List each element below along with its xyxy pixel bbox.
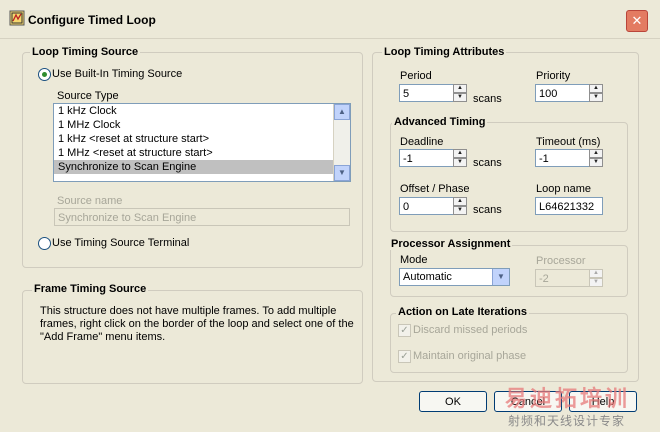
watermark-logo-text: 易迪拓培训 xyxy=(505,387,631,412)
period-spinner[interactable]: ▲ ▼ xyxy=(453,84,467,102)
processor-field[interactable]: -2 xyxy=(535,269,590,287)
use-builtin-label[interactable]: Use Built-In Timing Source xyxy=(52,68,182,80)
frame-timing-source-title: Frame Timing Source xyxy=(32,283,149,295)
source-type-label: Source Type xyxy=(57,90,119,102)
late-iterations-title: Action on Late Iterations xyxy=(396,306,529,318)
source-name-label: Source name xyxy=(57,195,123,207)
period-field[interactable]: 5 xyxy=(399,84,454,102)
spin-up-icon[interactable]: ▲ xyxy=(589,269,603,278)
mode-label: Mode xyxy=(400,254,428,266)
deadline-field[interactable]: -1 xyxy=(399,149,454,167)
spin-up-icon[interactable]: ▲ xyxy=(453,149,467,158)
use-builtin-radio[interactable] xyxy=(38,68,51,81)
maintain-phase-label: Maintain original phase xyxy=(413,350,527,362)
processor-spinner[interactable]: ▲ ▼ xyxy=(589,269,603,287)
labview-app-icon xyxy=(9,10,25,26)
frame-timing-text-line1: This structure does not have multiple fr… xyxy=(40,305,337,317)
source-name-field[interactable]: Synchronize to Scan Engine xyxy=(54,208,350,226)
use-terminal-radio[interactable] xyxy=(38,237,51,250)
offset-unit: scans xyxy=(473,204,502,216)
period-unit: scans xyxy=(473,93,502,105)
offset-spinner[interactable]: ▲ ▼ xyxy=(453,197,467,215)
spin-down-icon[interactable]: ▼ xyxy=(589,93,603,102)
maintain-phase-checkbox[interactable]: ✓ xyxy=(398,350,411,363)
list-item[interactable]: 1 MHz <reset at structure start> xyxy=(54,146,350,160)
late-iterations-group xyxy=(390,313,628,373)
mode-value: Automatic xyxy=(403,271,452,283)
scroll-up-icon[interactable]: ▲ xyxy=(334,104,350,120)
spin-up-icon[interactable]: ▲ xyxy=(453,84,467,93)
spin-down-icon[interactable]: ▼ xyxy=(453,158,467,167)
processor-assignment-title: Processor Assignment xyxy=(389,238,513,250)
loop-name-label: Loop name xyxy=(536,183,592,195)
spin-up-icon[interactable]: ▲ xyxy=(453,197,467,206)
advanced-timing-title: Advanced Timing xyxy=(392,116,488,128)
use-terminal-label[interactable]: Use Timing Source Terminal xyxy=(52,237,189,249)
timeout-spinner[interactable]: ▲ ▼ xyxy=(589,149,603,167)
processor-label: Processor xyxy=(536,255,586,267)
list-scrollbar[interactable]: ▲ ▼ xyxy=(333,104,350,181)
offset-field[interactable]: 0 xyxy=(399,197,454,215)
timeout-label: Timeout (ms) xyxy=(536,136,601,148)
spin-down-icon[interactable]: ▼ xyxy=(453,93,467,102)
frame-timing-text-line2: frames, right click on the border of the… xyxy=(40,318,354,330)
watermark-subtitle: 射频和天线设计专家 xyxy=(508,414,626,428)
scroll-down-icon[interactable]: ▼ xyxy=(334,165,350,181)
ok-button[interactable]: OK xyxy=(419,391,487,412)
priority-field[interactable]: 100 xyxy=(535,84,590,102)
spin-down-icon[interactable]: ▼ xyxy=(589,158,603,167)
chevron-down-icon[interactable]: ▼ xyxy=(492,269,509,285)
deadline-spinner[interactable]: ▲ ▼ xyxy=(453,149,467,167)
list-item[interactable]: Synchronize to Scan Engine xyxy=(54,160,333,174)
source-type-listbox[interactable]: 1 kHz Clock 1 MHz Clock 1 kHz <reset at … xyxy=(53,103,351,182)
priority-label: Priority xyxy=(536,70,571,82)
spin-down-icon[interactable]: ▼ xyxy=(453,206,467,215)
mode-dropdown[interactable]: Automatic ▼ xyxy=(399,268,510,286)
priority-spinner[interactable]: ▲ ▼ xyxy=(589,84,603,102)
loop-name-field[interactable]: L64621332 xyxy=(535,197,603,215)
spin-up-icon[interactable]: ▲ xyxy=(589,149,603,158)
frame-timing-text-line3: "Add Frame" menu items. xyxy=(40,331,166,343)
discard-missed-checkbox[interactable]: ✓ xyxy=(398,324,411,337)
list-item[interactable]: 1 kHz Clock xyxy=(54,104,350,118)
list-item[interactable]: 1 kHz <reset at structure start> xyxy=(54,132,350,146)
timeout-field[interactable]: -1 xyxy=(535,149,590,167)
deadline-unit: scans xyxy=(473,157,502,169)
offset-label: Offset / Phase xyxy=(400,183,470,195)
window-title: Configure Timed Loop xyxy=(28,13,156,27)
list-item[interactable]: 1 MHz Clock xyxy=(54,118,350,132)
discard-missed-label: Discard missed periods xyxy=(413,324,528,336)
close-icon: ✕ xyxy=(631,13,643,28)
close-button[interactable]: ✕ xyxy=(626,10,648,32)
loop-timing-attributes-title: Loop Timing Attributes xyxy=(382,46,507,58)
title-bar: Configure Timed Loop ✕ xyxy=(0,0,660,39)
period-label: Period xyxy=(400,70,432,82)
loop-timing-source-title: Loop Timing Source xyxy=(30,46,141,58)
spin-down-icon[interactable]: ▼ xyxy=(589,278,603,287)
deadline-label: Deadline xyxy=(400,136,444,148)
spin-up-icon[interactable]: ▲ xyxy=(589,84,603,93)
